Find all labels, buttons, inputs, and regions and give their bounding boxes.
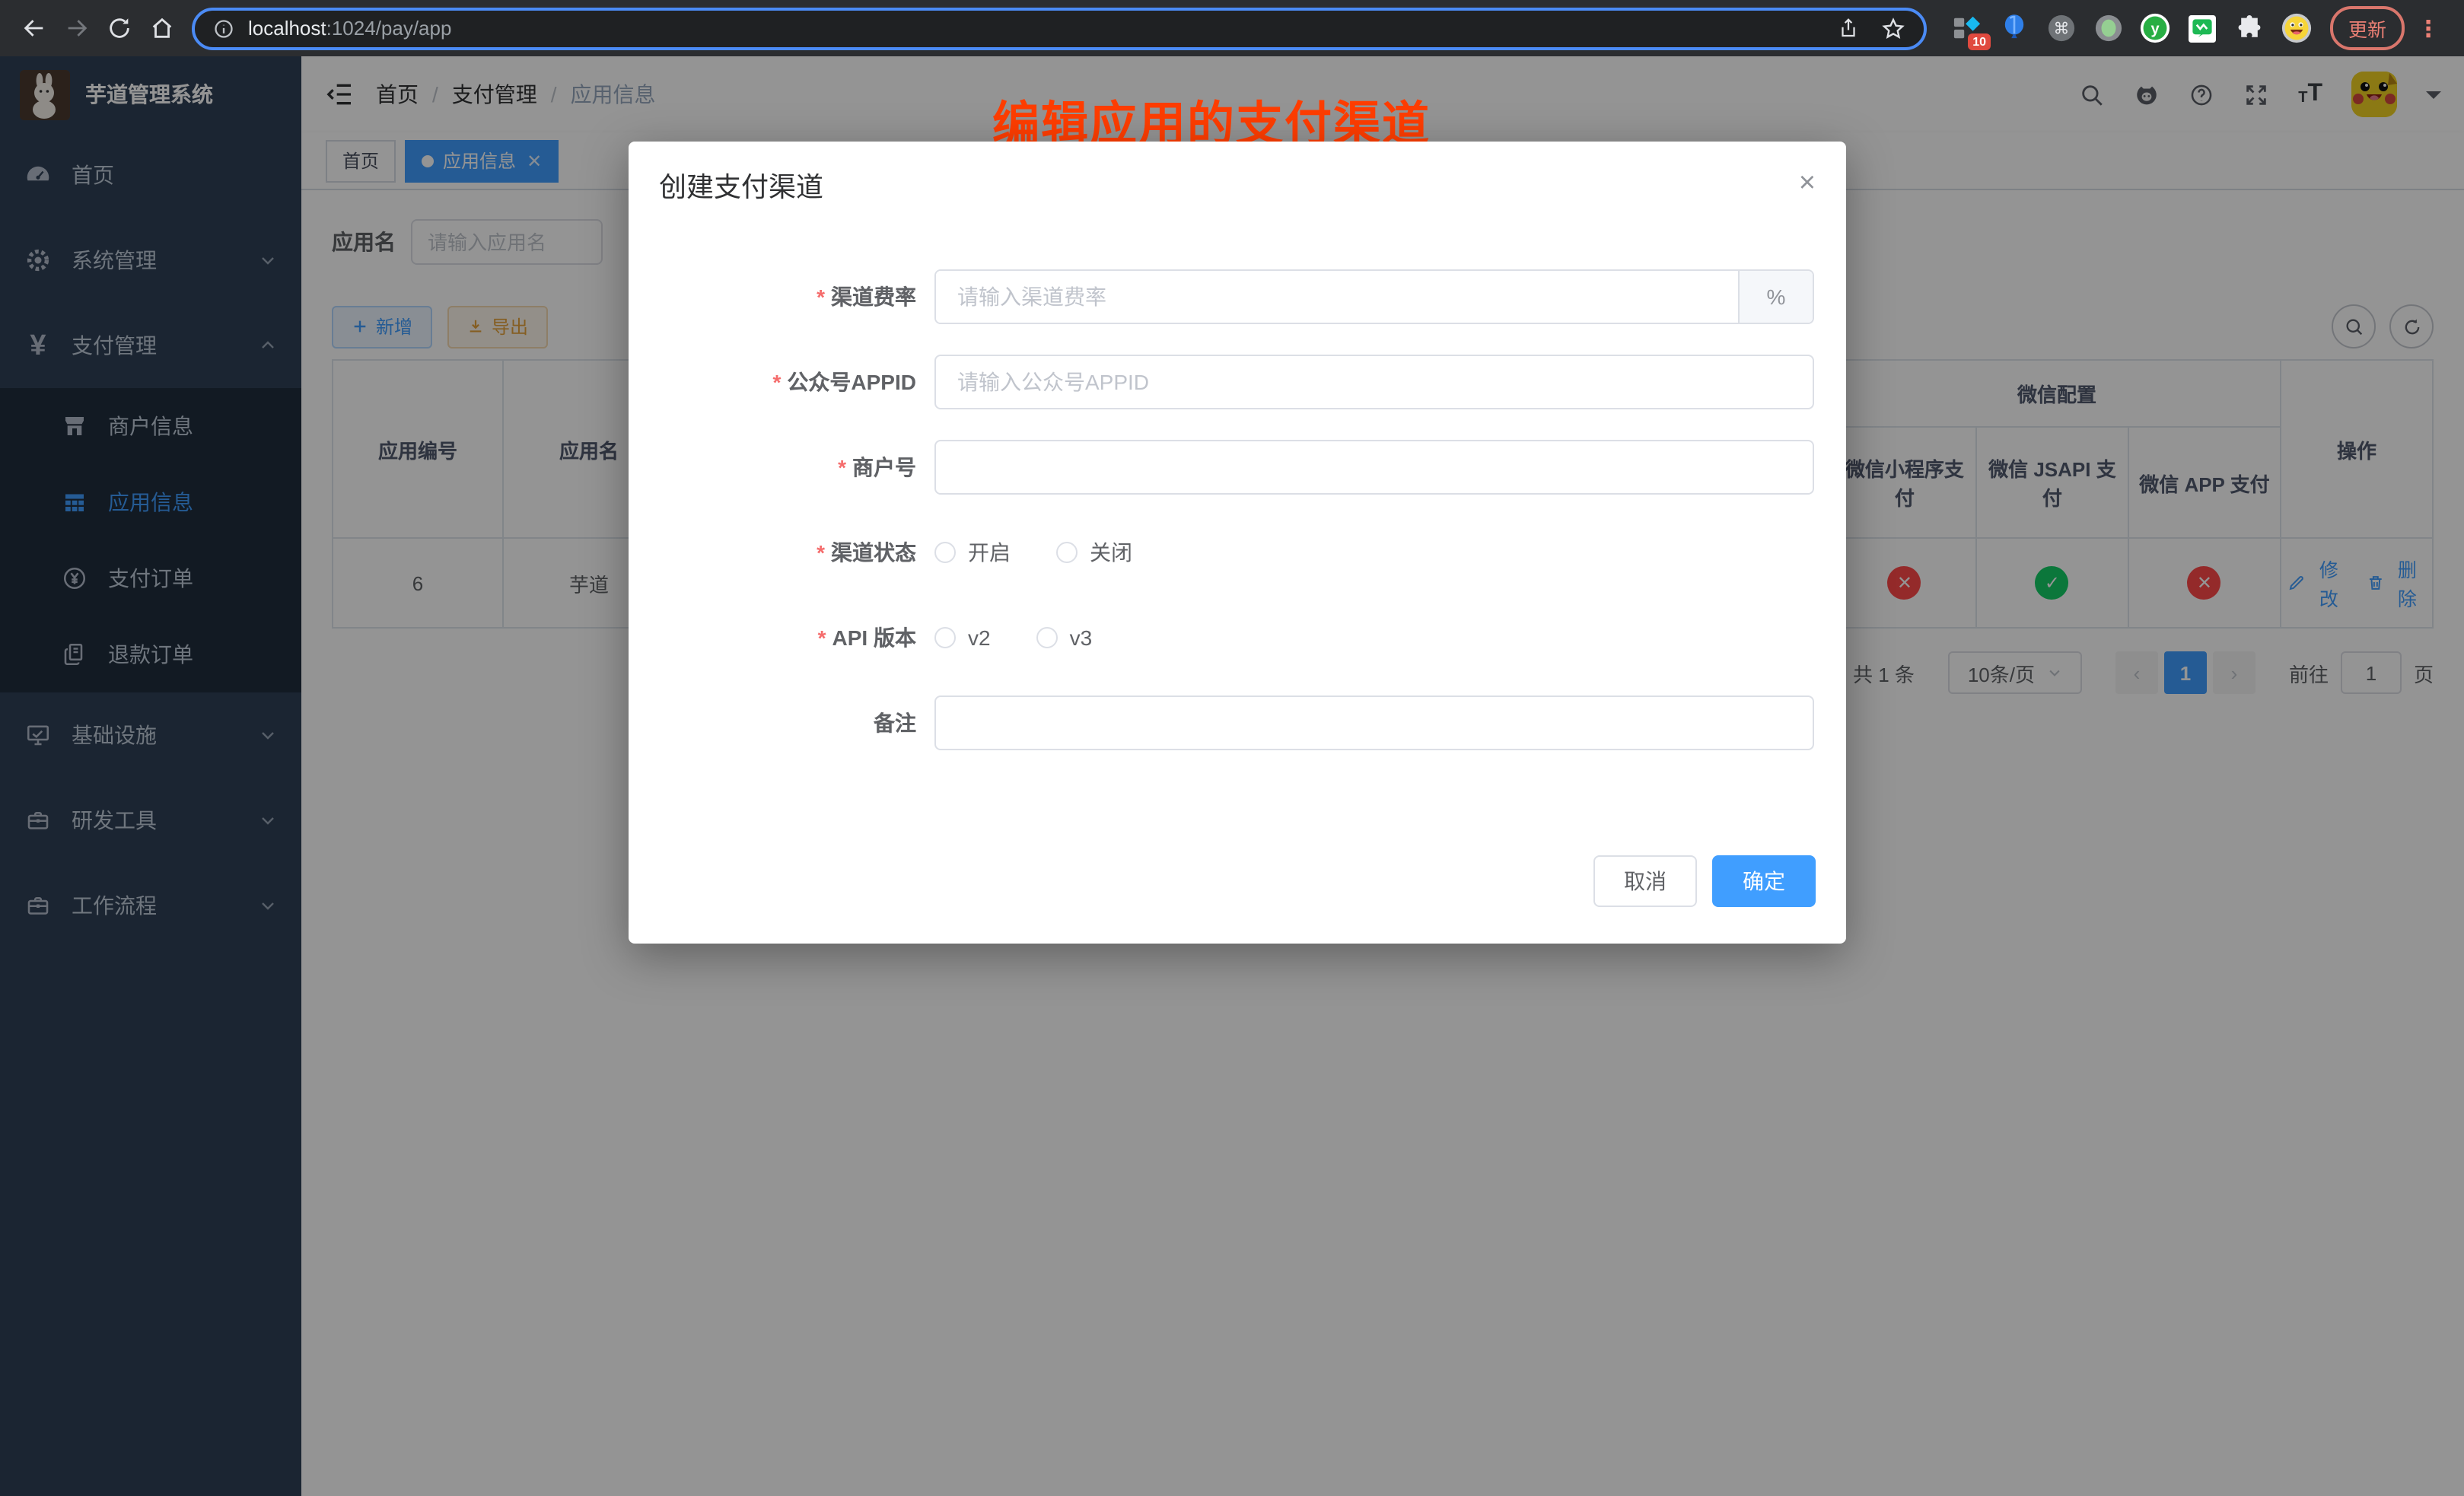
radio-circle-icon — [934, 542, 956, 563]
extension-y-icon[interactable]: y — [2140, 13, 2170, 43]
form-row-merchant: 商户号 — [629, 440, 1846, 495]
back-icon[interactable] — [12, 7, 55, 49]
browser-toolbar: localhost:1024/pay/app 10 ⌘ — [0, 0, 2464, 56]
extension-ring-icon[interactable] — [2093, 13, 2123, 43]
radio-status-disable[interactable]: 关闭 — [1056, 537, 1132, 568]
form-row-api-version: API 版本 v2 v3 — [629, 610, 1846, 665]
extension-badge: 10 — [1968, 33, 1991, 49]
screen: localhost:1024/pay/app 10 ⌘ — [0, 0, 2464, 1496]
address-bar[interactable]: localhost:1024/pay/app — [192, 7, 1927, 49]
confirm-button[interactable]: 确定 — [1712, 855, 1816, 907]
radio-api-v2[interactable]: v2 — [934, 625, 991, 650]
radio-status-enable[interactable]: 开启 — [934, 537, 1011, 568]
extension-workspace-icon[interactable]: 10 — [1951, 13, 1982, 43]
dialog-body: 渠道费率 % 公众号APPID 商户号 — [629, 205, 1846, 750]
profile-avatar-icon[interactable] — [2281, 13, 2312, 43]
field-label: 公众号APPID — [629, 355, 934, 409]
form-row-remark: 备注 — [629, 695, 1846, 750]
share-icon[interactable] — [1837, 17, 1860, 40]
app-viewport: 芋道管理系统 首页 系统管理 ¥ 支付管理 — [0, 56, 2464, 1496]
dialog-footer: 取消 确定 — [1593, 855, 1816, 907]
cancel-button[interactable]: 取消 — [1593, 855, 1697, 907]
extension-chat-icon[interactable] — [2187, 13, 2217, 43]
remark-input[interactable] — [934, 695, 1814, 750]
field-label: 备注 — [629, 695, 934, 750]
close-icon[interactable]: × — [1799, 172, 1816, 196]
extension-command-icon[interactable]: ⌘ — [2045, 13, 2076, 43]
radio-circle-icon — [1036, 627, 1058, 648]
radio-circle-icon — [934, 627, 956, 648]
field-label: 渠道费率 — [629, 269, 934, 324]
appid-input[interactable] — [934, 355, 1814, 409]
browser-menu-icon[interactable]: ⋮ — [2417, 14, 2440, 42]
extensions-puzzle-icon[interactable] — [2234, 13, 2265, 43]
svg-text:y: y — [2150, 21, 2160, 37]
rate-suffix: % — [1738, 271, 1813, 323]
field-label: API 版本 — [629, 610, 934, 665]
create-channel-dialog: 创建支付渠道 × 渠道费率 % 公众号APPID — [629, 142, 1846, 944]
rate-input[interactable] — [936, 271, 1738, 323]
bookmark-star-icon[interactable] — [1881, 16, 1905, 40]
home-icon[interactable] — [140, 7, 183, 49]
chrome-update-button[interactable]: 更新 — [2330, 6, 2405, 50]
url-text[interactable]: localhost:1024/pay/app — [248, 17, 451, 40]
reload-icon[interactable] — [97, 7, 140, 49]
form-row-appid: 公众号APPID — [629, 355, 1846, 409]
radio-api-v3[interactable]: v3 — [1036, 625, 1093, 650]
form-row-status: 渠道状态 开启 关闭 — [629, 525, 1846, 580]
svg-text:⌘: ⌘ — [2053, 21, 2069, 38]
extension-balloon-icon[interactable] — [1998, 13, 2029, 43]
dialog-header: 创建支付渠道 × — [629, 142, 1846, 205]
site-info-icon[interactable] — [213, 18, 234, 39]
radio-circle-icon — [1056, 542, 1078, 563]
extensions-row: 10 ⌘ y — [1951, 13, 2312, 43]
dialog-title: 创建支付渠道 — [659, 169, 1816, 205]
field-label: 商户号 — [629, 440, 934, 495]
forward-icon[interactable] — [55, 7, 97, 49]
merchant-input[interactable] — [934, 440, 1814, 495]
field-label: 渠道状态 — [629, 525, 934, 580]
form-row-rate: 渠道费率 % — [629, 269, 1846, 324]
